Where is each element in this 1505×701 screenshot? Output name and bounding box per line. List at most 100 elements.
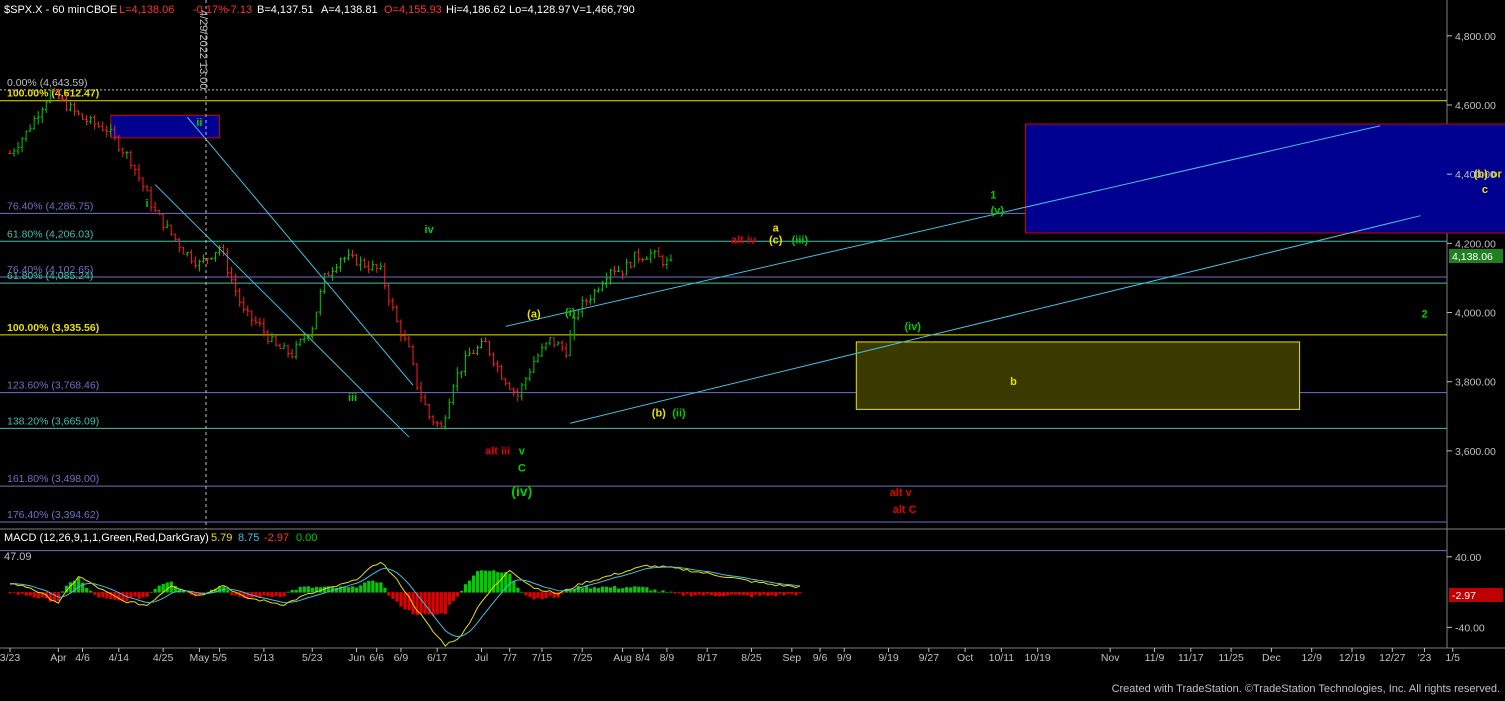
macd-histogram-bar [359,585,363,593]
macd-histogram-bar [266,592,270,597]
macd-histogram-bar [584,585,588,593]
macd-histogram-bar [8,592,12,594]
time-tick-label-19: 8/9 [660,652,675,664]
macd-histogram-bar [532,592,536,600]
price-tick-label-1: 4,600.00 [1455,100,1496,112]
macd-histogram-bar [782,592,786,596]
macd-histogram-bar [617,588,621,593]
macd-histogram-bar [97,592,101,598]
macd-histogram-bar [347,587,351,593]
macd-histogram-bar [298,586,302,593]
price-tick-label-0: 4,800.00 [1455,31,1496,43]
macd-histogram-bar [475,571,480,593]
macd-histogram-bar [302,586,306,593]
target-box-0 [1025,123,1505,234]
macd-histogram-bar [403,592,407,610]
macd-histogram-bar [621,588,625,593]
macd-histogram-bar [310,587,314,593]
macd-histogram-bar [725,592,730,596]
macd-histogram-bar [762,592,766,595]
macd-histogram-bar [262,592,266,596]
macd-histogram-bar [713,592,717,597]
macd-histogram-bar [306,586,310,593]
wave-label-24: alt C [893,504,917,516]
target-box-1 [110,114,221,139]
macd-histogram-bar [673,592,677,594]
macd-histogram-bar [141,592,145,598]
macd-histogram-bar [274,592,278,596]
fib-label-10: 176.40% (3,394.62) [7,509,99,521]
price-chart: 0.00% (4,643.59)100.00% (4,612.47)76.40%… [0,0,1505,696]
macd-top-label: 47.09 [4,551,32,563]
macd-histogram-bar [459,590,464,593]
wave-label-20: 2 [1421,309,1427,321]
macd-histogram-bar [786,592,790,594]
time-tick-label-29: 10/19 [1025,652,1051,664]
macd-histogram-bar [677,592,681,594]
macd-histogram-bar [399,592,403,607]
macd-histogram-bar [512,581,516,593]
macd-histogram-bar [278,592,282,597]
macd-histogram-bar [705,592,709,595]
wave-label-11: (ii) [672,407,686,419]
macd-label: MACD (12,26,9,1,1,Green,Red,DarkGray) [4,532,209,544]
macd-histogram-bar [641,586,645,593]
macd-histogram-bar [745,592,750,596]
wave-label-2: iii [348,392,357,404]
macd-histogram-bar [516,587,520,593]
macd-histogram-bar [12,592,16,593]
macd-histogram-bar [351,586,355,593]
time-tick-label-35: 12/9 [1301,652,1322,664]
macd-tick-label-0: 40.00 [1455,552,1481,564]
time-tick-label-8: 5/23 [302,652,323,664]
macd-histogram-bar [226,590,230,593]
target-box-2 [855,341,1301,410]
macd-histogram-bar [419,592,423,614]
macd-histogram-bar [697,592,701,595]
time-tick-label-2: 4/6 [75,652,90,664]
macd-value-1: 5.79 [211,532,232,544]
macd-histogram-bar [230,592,234,595]
macd-histogram-bar [77,577,81,593]
macd-histogram-bar [451,592,455,601]
time-tick-label-5: May [189,652,210,664]
fib-label-8: 138.20% (3,665.09) [7,415,99,427]
macd-histogram-bar [492,570,496,593]
macd-histogram-bar [282,592,286,597]
macd-histogram-bar [60,591,65,593]
wave-label-17: 1 [990,189,996,201]
macd-histogram-bar [721,592,726,597]
macd-histogram-bar [145,592,149,597]
macd-histogram-bar [729,592,734,595]
chart-window: 0.00% (4,643.59) 100.00% (4,612.47) 76.40%… [0,0,1505,696]
macd-histogram-bar [32,592,36,598]
time-marker-label: 4/29/2022 13:00 [197,10,209,90]
macd-current-tag: -2.97 [1452,590,1476,602]
time-tick-label-6: 5/5 [212,652,227,664]
time-tick-label-13: Jul [475,652,488,664]
header-high: Hi=4,186.62 [446,4,506,16]
time-tick-label-38: '23 [1418,652,1432,664]
price-tick-label-6: 3,600.00 [1455,446,1496,458]
time-tick-label-9: Jun [348,652,365,664]
time-tick-label-7: 5/13 [254,652,275,664]
fib-label-1: 100.00% (4,612.47) [7,88,99,100]
time-tick-label-34: Dec [1262,652,1281,664]
macd-histogram-bar [613,586,617,593]
macd-histogram-bar [28,592,32,596]
wave-label-12: alt iv [731,234,757,246]
macd-histogram-bar [149,591,153,593]
time-tick-label-1: Apr [50,652,67,664]
macd-histogram-bar [758,592,762,596]
macd-histogram-bar [661,590,665,593]
fib-label-9: 161.80% (3,498.00) [7,473,99,485]
header-change: -7.13 [227,4,252,16]
macd-histogram-bar [540,592,544,600]
price-tick-label-3: 4,200.00 [1455,238,1496,250]
macd-histogram-bar [657,591,661,593]
wave-label-15: (iii) [792,234,809,246]
macd-histogram-bar [649,590,653,593]
wave-label-0: ii [196,117,202,129]
macd-histogram-bar [778,592,782,594]
macd-histogram-bar [52,592,57,601]
